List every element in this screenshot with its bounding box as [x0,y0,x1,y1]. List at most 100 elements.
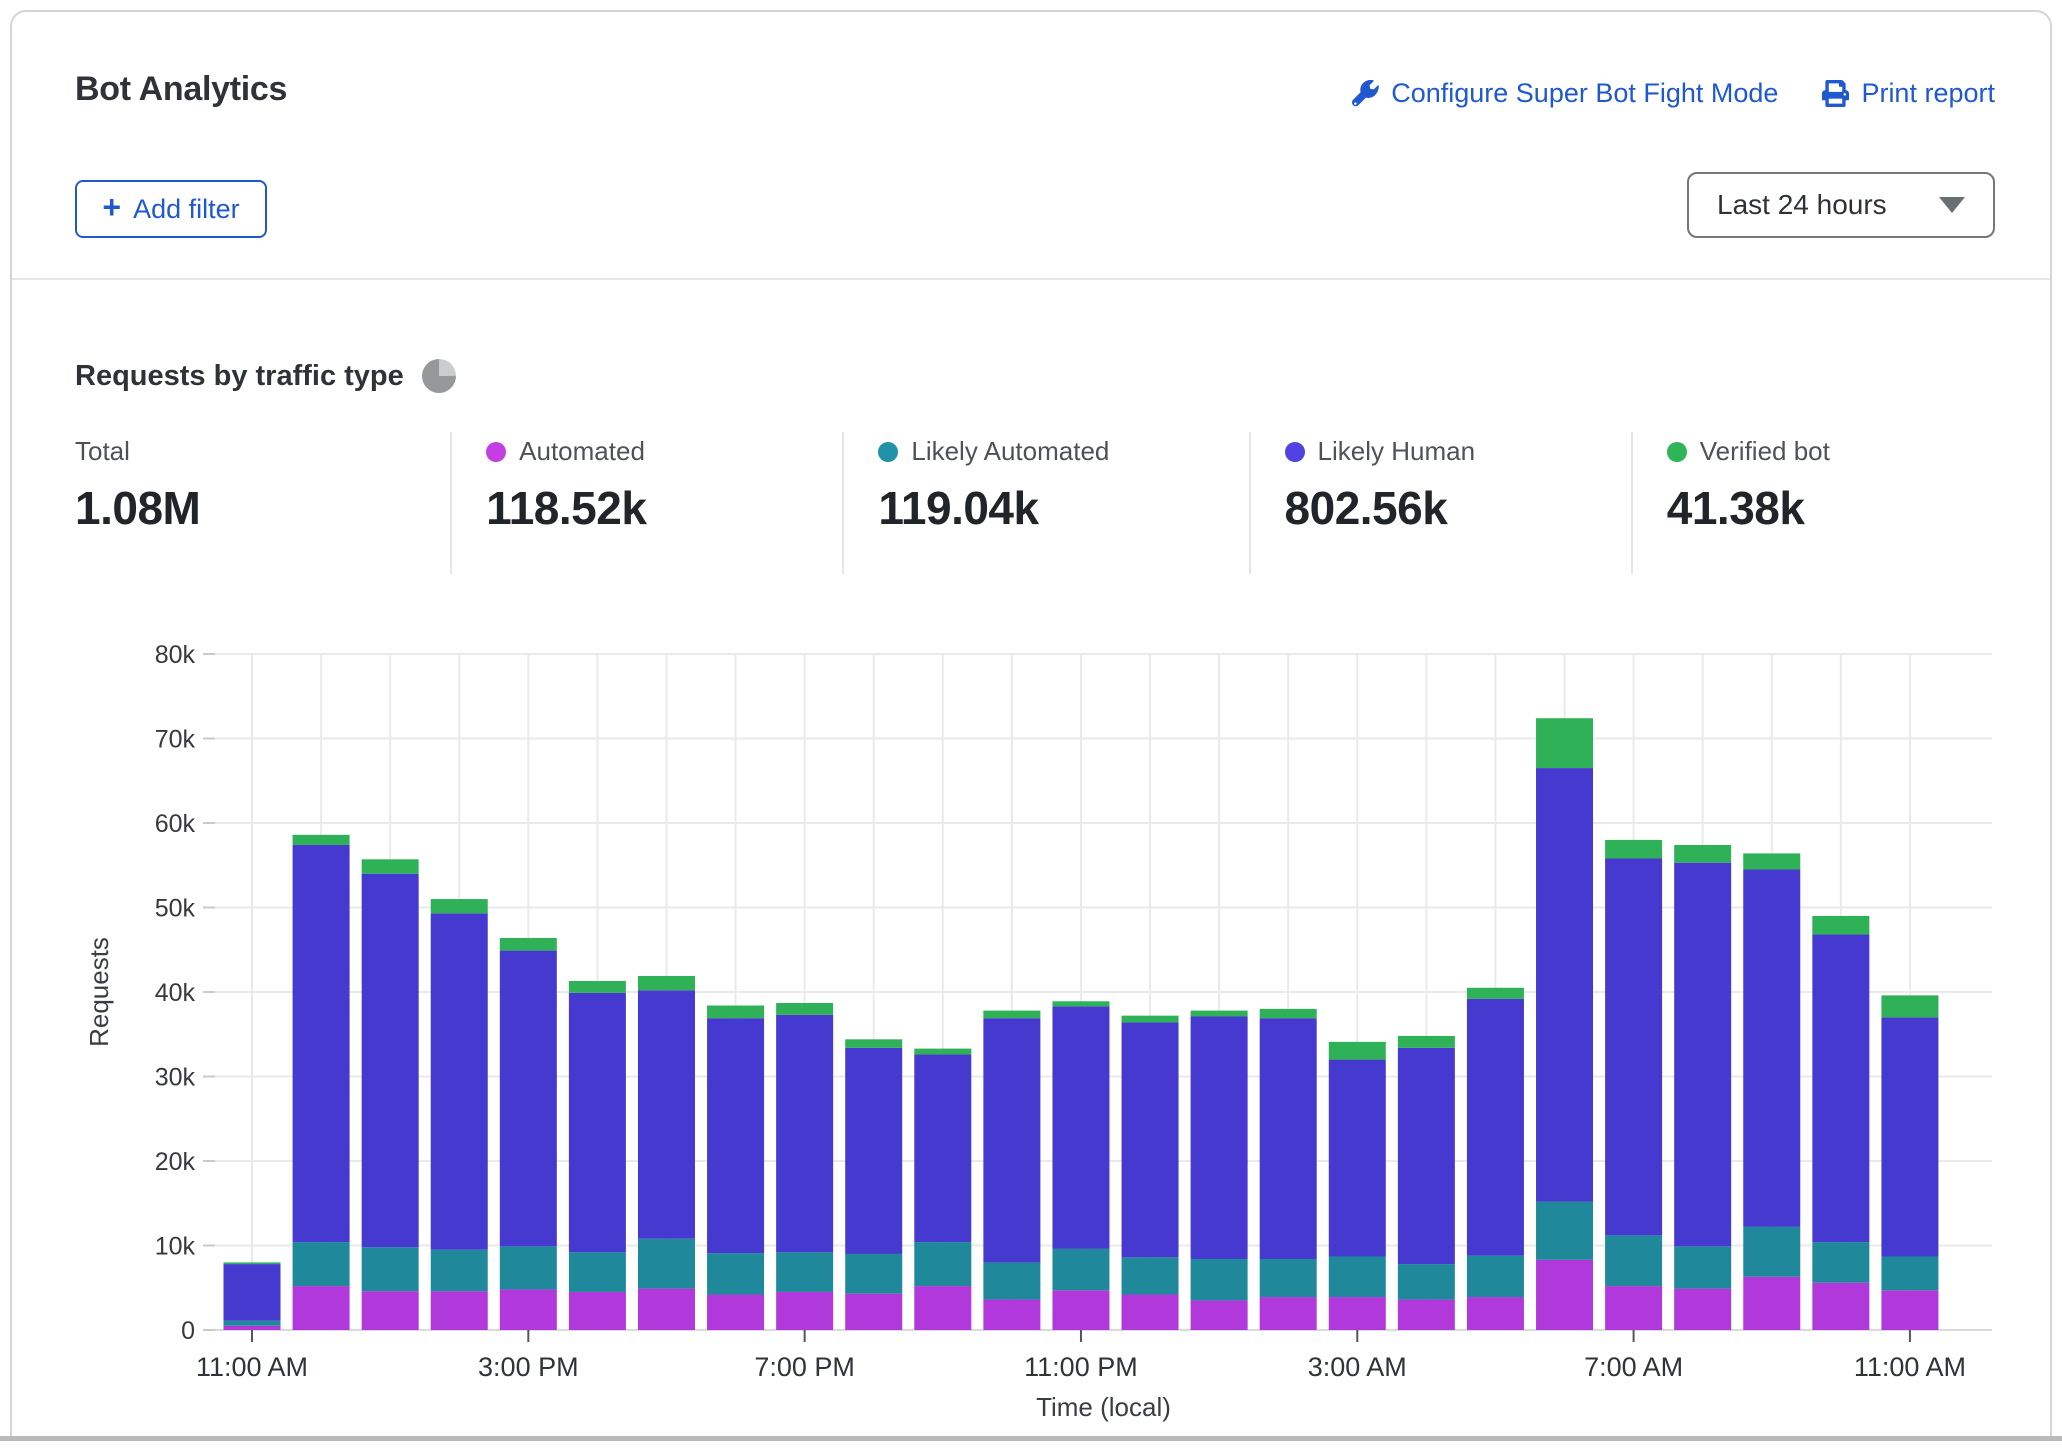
bar-segment-verified-bot[interactable] [500,938,557,951]
bar-segment-likely-human[interactable] [638,990,695,1238]
bar-segment-verified-bot[interactable] [914,1049,971,1055]
bar-segment-likely-human[interactable] [1881,1017,1938,1256]
bar-segment-likely-human[interactable] [707,1018,764,1253]
bar-segment-verified-bot[interactable] [1605,840,1662,859]
bar-segment-likely-automated[interactable] [1881,1256,1938,1290]
bar-segment-automated[interactable] [1191,1300,1248,1330]
bar-segment-verified-bot[interactable] [293,835,350,845]
bar-segment-verified-bot[interactable] [1122,1016,1179,1023]
bar-segment-likely-automated[interactable] [293,1242,350,1286]
bar-segment-automated[interactable] [431,1291,488,1330]
bar-segment-likely-human[interactable] [1605,858,1662,1235]
bar-segment-likely-human[interactable] [1260,1018,1317,1259]
bar-segment-verified-bot[interactable] [1674,845,1731,863]
bar-segment-automated[interactable] [293,1286,350,1330]
bar-segment-likely-automated[interactable] [431,1250,488,1291]
bar-segment-automated[interactable] [1605,1286,1662,1330]
bar-segment-likely-human[interactable] [1191,1017,1248,1260]
bar-segment-verified-bot[interactable] [638,976,695,990]
bar-segment-likely-human[interactable] [1052,1006,1109,1249]
bar-segment-automated[interactable] [845,1294,902,1330]
bar-segment-automated[interactable] [983,1300,1040,1330]
bar-segment-likely-automated[interactable] [500,1246,557,1289]
bar-segment-verified-bot[interactable] [983,1011,1040,1019]
bar-segment-likely-automated[interactable] [983,1262,1040,1299]
bar-segment-verified-bot[interactable] [1467,988,1524,999]
bar-segment-likely-automated[interactable] [1191,1259,1248,1300]
bar-segment-likely-automated[interactable] [1260,1259,1317,1297]
bar-segment-verified-bot[interactable] [431,899,488,913]
bar-segment-likely-automated[interactable] [1536,1202,1593,1260]
bar-segment-verified-bot[interactable] [569,981,626,993]
bar-segment-automated[interactable] [638,1289,695,1330]
bar-segment-verified-bot[interactable] [776,1003,833,1015]
bar-segment-automated[interactable] [1398,1300,1455,1330]
bar-segment-likely-automated[interactable] [1605,1235,1662,1286]
bar-segment-automated[interactable] [1329,1297,1386,1330]
bar-segment-likely-automated[interactable] [845,1254,902,1294]
bar-segment-likely-human[interactable] [431,913,488,1249]
bar-segment-automated[interactable] [1881,1290,1938,1330]
time-range-select[interactable]: Last 24 hours [1687,172,1995,238]
bar-segment-likely-human[interactable] [224,1264,281,1321]
bar-segment-likely-automated[interactable] [776,1252,833,1292]
bar-segment-verified-bot[interactable] [707,1006,764,1019]
bar-segment-verified-bot[interactable] [1260,1009,1317,1018]
bar-segment-verified-bot[interactable] [1881,995,1938,1017]
bar-segment-automated[interactable] [1743,1277,1800,1330]
bar-segment-automated[interactable] [1467,1297,1524,1330]
bar-segment-likely-automated[interactable] [224,1321,281,1326]
bar-segment-likely-human[interactable] [983,1018,1040,1262]
bar-segment-likely-human[interactable] [1812,935,1869,1243]
bar-segment-automated[interactable] [1674,1289,1731,1330]
bar-segment-verified-bot[interactable] [1052,1001,1109,1006]
bar-segment-automated[interactable] [1052,1290,1109,1330]
bar-segment-likely-human[interactable] [1467,999,1524,1256]
bar-segment-automated[interactable] [224,1326,281,1330]
bar-segment-automated[interactable] [1812,1283,1869,1330]
bar-segment-likely-human[interactable] [1329,1060,1386,1257]
bar-segment-automated[interactable] [776,1292,833,1330]
bar-segment-verified-bot[interactable] [1536,718,1593,768]
bar-segment-likely-automated[interactable] [1052,1249,1109,1290]
bar-segment-likely-automated[interactable] [1467,1256,1524,1297]
bar-segment-likely-human[interactable] [500,951,557,1247]
bar-segment-automated[interactable] [914,1286,971,1330]
bar-segment-verified-bot[interactable] [224,1262,281,1264]
bar-segment-likely-automated[interactable] [914,1242,971,1286]
bar-segment-likely-human[interactable] [293,845,350,1242]
bar-segment-likely-automated[interactable] [362,1247,419,1291]
bar-segment-likely-automated[interactable] [569,1252,626,1292]
bar-segment-likely-automated[interactable] [1674,1246,1731,1288]
bar-segment-automated[interactable] [569,1292,626,1330]
bar-segment-automated[interactable] [707,1295,764,1330]
bar-segment-likely-automated[interactable] [1122,1257,1179,1294]
configure-super-bot-fight-mode-link[interactable]: Configure Super Bot Fight Mode [1352,78,1778,109]
bar-segment-likely-automated[interactable] [707,1253,764,1294]
bar-segment-likely-human[interactable] [569,993,626,1252]
bar-segment-verified-bot[interactable] [845,1039,902,1047]
bar-segment-verified-bot[interactable] [362,859,419,873]
bar-segment-verified-bot[interactable] [1398,1036,1455,1048]
bar-segment-likely-human[interactable] [1743,869,1800,1226]
print-report-link[interactable]: Print report [1822,78,1995,109]
bar-segment-likely-automated[interactable] [638,1239,695,1289]
bar-segment-likely-human[interactable] [914,1055,971,1243]
bar-segment-verified-bot[interactable] [1743,853,1800,869]
bar-segment-likely-human[interactable] [845,1048,902,1254]
bar-segment-likely-human[interactable] [776,1015,833,1252]
bar-segment-likely-human[interactable] [1674,863,1731,1247]
bar-segment-automated[interactable] [362,1291,419,1330]
bar-segment-likely-human[interactable] [1122,1022,1179,1257]
add-filter-button[interactable]: + Add filter [75,180,267,238]
bar-segment-likely-automated[interactable] [1812,1242,1869,1283]
bar-segment-likely-human[interactable] [362,874,419,1247]
bar-segment-automated[interactable] [1122,1295,1179,1330]
bar-segment-likely-human[interactable] [1398,1048,1455,1264]
bar-segment-likely-human[interactable] [1536,768,1593,1201]
bar-segment-automated[interactable] [500,1289,557,1330]
bar-segment-verified-bot[interactable] [1191,1011,1248,1017]
bar-segment-likely-automated[interactable] [1398,1264,1455,1299]
bar-segment-automated[interactable] [1536,1260,1593,1330]
bar-segment-verified-bot[interactable] [1329,1042,1386,1060]
